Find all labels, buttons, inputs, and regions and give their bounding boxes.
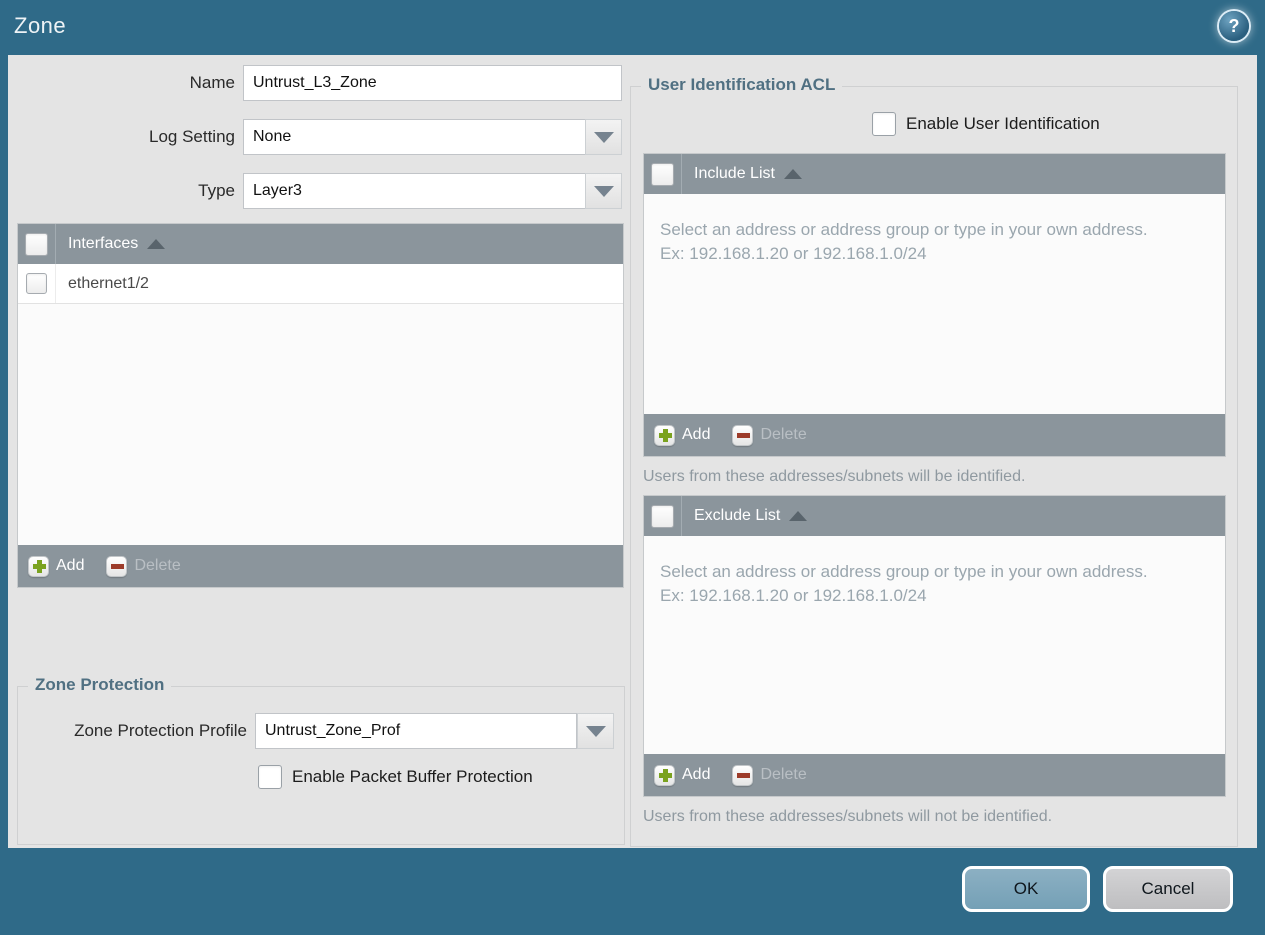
exclude-list-column-header[interactable]: Exclude List [682, 496, 808, 536]
include-list-note: Users from these addresses/subnets will … [643, 468, 1026, 485]
delete-label: Delete [760, 426, 807, 443]
minus-icon [106, 555, 128, 577]
log-setting-label: Log Setting [148, 127, 235, 146]
delete-include-button[interactable]: Delete [732, 424, 807, 446]
table-row[interactable]: ethernet1/2 [18, 264, 623, 304]
interfaces-table-footer: Add Delete [18, 545, 623, 587]
select-all-interfaces-checkbox[interactable] [25, 232, 48, 256]
include-list-table: Include List Select an address or addres… [643, 153, 1226, 457]
type-label: Type [198, 181, 235, 200]
add-interface-button[interactable]: Add [28, 555, 85, 577]
interface-row-checkbox[interactable] [26, 273, 47, 294]
select-all-exclude-checkbox[interactable] [651, 504, 674, 528]
include-list-column-label: Include List [694, 165, 775, 182]
name-input[interactable] [243, 65, 622, 101]
interfaces-column-label: Interfaces [68, 235, 139, 252]
include-list-placeholder: Select an address or address group or ty… [660, 220, 1148, 264]
zone-protection-profile-dropdown-trigger[interactable] [577, 713, 614, 749]
user-identification-acl-legend: User Identification ACL [641, 75, 843, 95]
row-checkbox-cell [18, 264, 56, 303]
enable-packet-buffer-protection-label: Enable Packet Buffer Protection [292, 767, 533, 786]
minus-icon [732, 764, 754, 786]
interface-name: ethernet1/2 [68, 274, 149, 292]
exclude-list-footer: Add Delete [644, 754, 1225, 796]
zone-protection-legend: Zone Protection [28, 675, 172, 695]
log-setting-dropdown-trigger[interactable] [585, 119, 622, 155]
zone-protection-profile-input[interactable] [255, 713, 577, 749]
plus-icon [654, 764, 675, 786]
name-label: Name [189, 73, 235, 92]
plus-icon [28, 555, 49, 577]
add-label: Add [682, 426, 711, 443]
ok-button[interactable]: OK [962, 866, 1090, 912]
chevron-down-icon [593, 185, 614, 197]
zone-protection-profile-label: Zone Protection Profile [74, 721, 247, 740]
exclude-header-checkbox-cell [644, 496, 682, 536]
include-header-checkbox-cell [644, 154, 682, 194]
dialog-titlebar: Zone ? [0, 0, 1265, 55]
exclude-list-placeholder: Select an address or address group or ty… [660, 562, 1148, 606]
interfaces-table: Interfaces ethernet1/2 Add Delete [17, 223, 624, 588]
delete-label: Delete [134, 557, 181, 574]
exclude-list-header: Exclude List [644, 496, 1225, 536]
enable-user-identification-checkbox[interactable] [872, 112, 896, 136]
chevron-down-icon [593, 131, 614, 143]
plus-icon [654, 424, 675, 446]
interfaces-column-header[interactable]: Interfaces [56, 224, 166, 264]
enable-user-identification-label: Enable User Identification [906, 114, 1100, 133]
include-list-body[interactable]: Select an address or address group or ty… [644, 194, 1225, 414]
include-list-column-header[interactable]: Include List [682, 154, 802, 194]
exclude-list-table: Exclude List Select an address or addres… [643, 495, 1226, 797]
select-all-include-checkbox[interactable] [651, 162, 674, 186]
interfaces-header-checkbox-cell [18, 224, 56, 264]
dialog-body: Name Log Setting Type Interfaces [8, 55, 1257, 848]
interfaces-table-header: Interfaces [18, 224, 623, 264]
include-list-header: Include List [644, 154, 1225, 194]
sort-ascending-icon [783, 169, 802, 179]
help-icon[interactable]: ? [1219, 11, 1249, 41]
add-include-button[interactable]: Add [654, 424, 711, 446]
chevron-down-icon [585, 725, 606, 737]
exclude-list-note: Users from these addresses/subnets will … [643, 808, 1053, 825]
cancel-button[interactable]: Cancel [1103, 866, 1233, 912]
log-setting-input[interactable] [243, 119, 586, 155]
exclude-list-body[interactable]: Select an address or address group or ty… [644, 536, 1225, 754]
delete-exclude-button[interactable]: Delete [732, 764, 807, 786]
interfaces-table-body: ethernet1/2 [18, 264, 623, 545]
add-label: Add [56, 557, 85, 574]
enable-packet-buffer-protection-checkbox[interactable] [258, 765, 282, 789]
zone-dialog: Zone ? Name Log Setting Type Interfaces [0, 0, 1265, 935]
delete-interface-button[interactable]: Delete [106, 555, 181, 577]
sort-ascending-icon [789, 511, 808, 521]
delete-label: Delete [760, 766, 807, 783]
minus-icon [732, 424, 754, 446]
sort-ascending-icon [147, 239, 166, 249]
add-exclude-button[interactable]: Add [654, 764, 711, 786]
include-list-footer: Add Delete [644, 414, 1225, 456]
type-input[interactable] [243, 173, 586, 209]
page-title: Zone [14, 13, 67, 38]
exclude-list-column-label: Exclude List [694, 507, 781, 524]
add-label: Add [682, 766, 711, 783]
type-dropdown-trigger[interactable] [585, 173, 622, 209]
